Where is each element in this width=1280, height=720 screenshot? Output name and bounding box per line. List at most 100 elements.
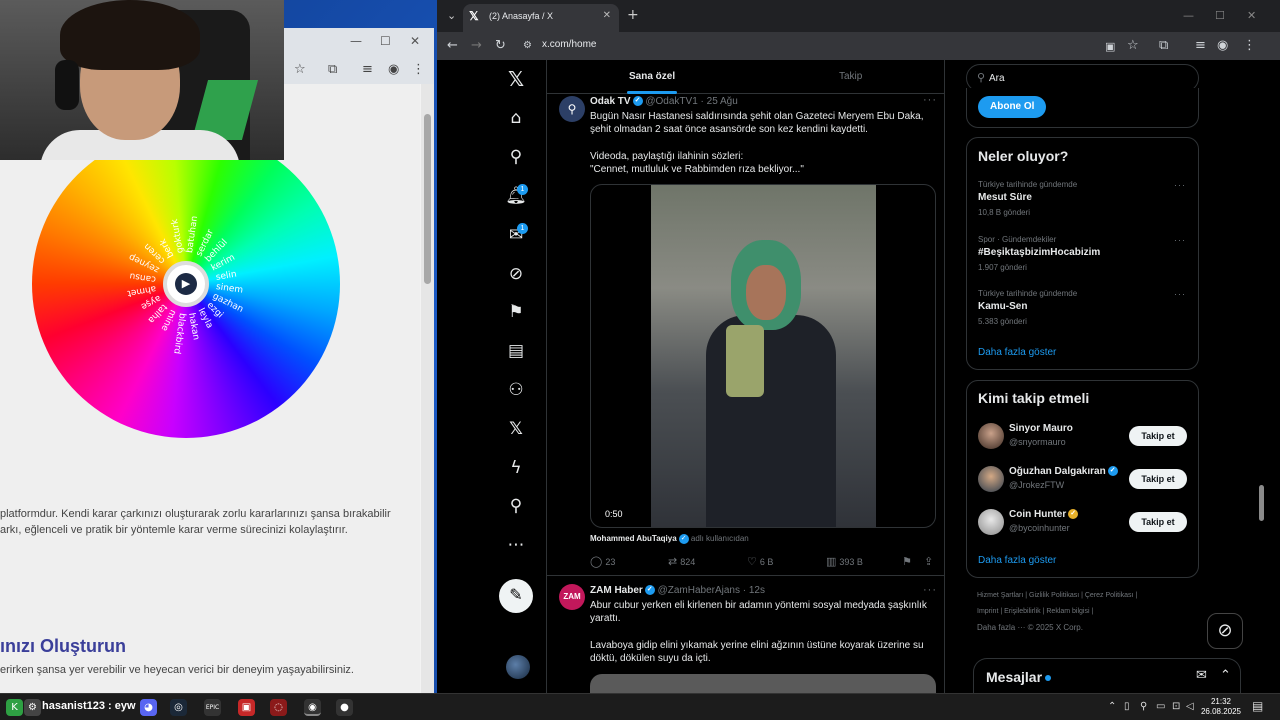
app-icon[interactable]: ▣ <box>238 699 255 716</box>
reply-button[interactable]: ◯ 23 <box>590 555 615 568</box>
tab-close-icon[interactable]: ✕ <box>603 10 611 21</box>
taskbar-label[interactable]: hasanist123 : eyw <box>42 700 136 712</box>
suggested-user-name[interactable]: Coin Hunter ✓ <box>1009 509 1079 520</box>
scroll-thumb[interactable] <box>1259 485 1264 521</box>
follow-button[interactable]: Takip et <box>1129 426 1187 446</box>
jobs-icon[interactable]: ▤ <box>504 339 528 363</box>
extensions-icon[interactable]: ⧉ <box>328 62 337 77</box>
trend-more-icon[interactable]: ··· <box>1174 180 1186 190</box>
extensions-icon[interactable]: ⧉ <box>1159 38 1168 53</box>
obs-icon[interactable]: ● <box>336 699 353 716</box>
app-icon[interactable]: K <box>6 699 23 716</box>
expand-icon[interactable]: ⌃ <box>1220 668 1231 683</box>
app-icon[interactable]: ◌ <box>270 699 287 716</box>
scroll-thumb[interactable] <box>424 114 431 284</box>
post-handle[interactable]: @ZamHaberAjans · 12s <box>658 585 765 596</box>
follow-button[interactable]: Takip et <box>1129 512 1187 532</box>
trend-more-icon[interactable]: ··· <box>1174 289 1186 299</box>
follow-button[interactable]: Takip et <box>1129 469 1187 489</box>
tab-search-icon[interactable]: ⌄ <box>447 9 456 22</box>
bookmarks-icon[interactable]: ⚑ <box>504 300 528 324</box>
repost-button[interactable]: ⇄ 824 <box>668 555 695 568</box>
cast-icon[interactable]: ▣ <box>1105 40 1115 53</box>
more-options-icon[interactable]: ··· <box>923 584 937 596</box>
suggested-user-name[interactable]: Sinyor Mauro <box>1009 423 1073 434</box>
subscribe-button[interactable]: Abone Ol <box>978 96 1047 118</box>
avatar[interactable] <box>978 466 1004 492</box>
home-icon[interactable]: ⌂ <box>504 106 528 130</box>
avatar[interactable]: ZAM <box>559 584 585 610</box>
views-button[interactable]: ▥ 393 B <box>826 555 863 568</box>
epic-games-icon[interactable]: EPIC <box>204 699 221 716</box>
network-icon[interactable]: ⊡ <box>1172 701 1180 712</box>
app-icon[interactable]: ⚙ <box>24 699 41 716</box>
bookmark-button[interactable]: ⚑ <box>902 555 915 568</box>
share-button[interactable]: ⇪ <box>924 555 936 568</box>
verified-orgs-icon[interactable]: ϟ <box>504 456 528 480</box>
avatar[interactable] <box>978 509 1004 535</box>
avatar[interactable] <box>978 423 1004 449</box>
maximize-button[interactable]: ☐ <box>1215 9 1225 22</box>
trend-item[interactable]: Mesut Süre <box>978 192 1032 203</box>
footer-links[interactable]: Imprint | Erişilebilirlik | Reklam bilgi… <box>977 608 1093 615</box>
footer-links[interactable]: Daha fazla ··· © 2025 X Corp. <box>977 623 1083 632</box>
media-icon[interactable]: ≡ <box>362 62 373 77</box>
left-scrollbar[interactable] <box>421 84 434 693</box>
video-credit[interactable]: Mohammed AbuTaqiya ✓ adlı kullanıcıdan <box>590 534 749 544</box>
avatar[interactable]: ⚲ <box>559 96 585 122</box>
footer-links[interactable]: Hizmet Şartları | Gizlilik Politikası | … <box>977 592 1137 599</box>
grok-floating-button[interactable]: ⊘ <box>1207 613 1243 649</box>
profile-icon[interactable]: ⚲ <box>504 494 528 518</box>
profile-icon[interactable]: ◉ <box>1217 38 1228 53</box>
tab-following[interactable]: Takip <box>839 71 862 82</box>
bookmark-star-icon[interactable]: ☆ <box>1127 38 1139 53</box>
tab-for-you[interactable]: Sana özel <box>629 71 675 82</box>
messages-drawer[interactable]: Mesajlar ✉ ⌃ <box>973 658 1241 693</box>
suggested-user-name[interactable]: Oğuzhan Dalgakıran ✓ <box>1009 466 1118 477</box>
post-handle[interactable]: @OdakTV1 · 25 Ağu <box>645 96 737 107</box>
microphone-icon[interactable]: ⚲ <box>1140 701 1147 712</box>
show-more-link[interactable]: Daha fazla göster <box>978 347 1056 358</box>
chrome-icon[interactable]: ◉ <box>304 699 321 716</box>
new-message-icon[interactable]: ✉ <box>1196 668 1207 683</box>
trend-more-icon[interactable]: ··· <box>1174 235 1186 245</box>
trend-item[interactable]: Kamu-Sen <box>978 301 1027 312</box>
decision-wheel[interactable]: gokturk batuhan serdar behlül kerim selin sine… <box>32 130 340 438</box>
communities-icon[interactable]: ⚇ <box>504 378 528 402</box>
more-options-icon[interactable]: ··· <box>923 94 937 106</box>
new-tab-button[interactable]: + <box>627 7 639 23</box>
discord-icon[interactable]: ◕ <box>140 699 157 716</box>
account-avatar[interactable] <box>506 655 530 679</box>
notification-center-icon[interactable]: ▤ <box>1252 699 1263 713</box>
forward-icon[interactable]: → <box>471 38 482 53</box>
spin-button[interactable]: ▶ <box>163 261 209 307</box>
close-button[interactable]: ✕ <box>410 34 420 48</box>
maximize-button[interactable]: ☐ <box>380 34 391 48</box>
tray-icon[interactable]: ▯ <box>1124 701 1130 712</box>
post-author[interactable]: Odak TV ✓ @OdakTV1 · 25 Ağu <box>590 96 738 107</box>
play-icon[interactable]: ▶ <box>175 273 197 295</box>
url-field[interactable]: x.com/home <box>542 39 596 50</box>
minimize-button[interactable]: — <box>1183 9 1194 22</box>
like-button[interactable]: ♡ 6 B <box>747 555 773 568</box>
more-icon[interactable]: ⋯ <box>504 533 528 557</box>
grok-icon[interactable]: ⊘ <box>504 262 528 286</box>
premium-icon[interactable]: 𝕏 <box>504 417 528 441</box>
show-more-link[interactable]: Daha fazla göster <box>978 555 1056 566</box>
post-image[interactable] <box>590 674 936 693</box>
steam-icon[interactable]: ◎ <box>170 699 187 716</box>
page-scrollbar[interactable] <box>1256 60 1268 693</box>
star-icon[interactable]: ☆ <box>294 62 306 77</box>
tab-x-home[interactable]: 𝕏 (2) Anasayfa / X ✕ <box>463 4 619 32</box>
post-author[interactable]: ZAM Haber ✓ @ZamHaberAjans · 12s <box>590 585 765 596</box>
video-frame[interactable] <box>651 185 876 527</box>
compose-post-button[interactable]: ✎ <box>499 579 533 613</box>
explore-icon[interactable]: ⚲ <box>504 145 528 169</box>
close-button[interactable]: ✕ <box>1247 9 1256 22</box>
back-icon[interactable]: ← <box>447 38 458 53</box>
media-icon[interactable]: ≡ <box>1195 38 1206 53</box>
menu-icon[interactable]: ⋮ <box>412 62 425 77</box>
site-info-icon[interactable]: ⚙ <box>523 40 532 51</box>
menu-icon[interactable]: ⋮ <box>1243 38 1256 53</box>
trend-item[interactable]: #BeşiktaşbizimHocabizim <box>978 247 1100 258</box>
